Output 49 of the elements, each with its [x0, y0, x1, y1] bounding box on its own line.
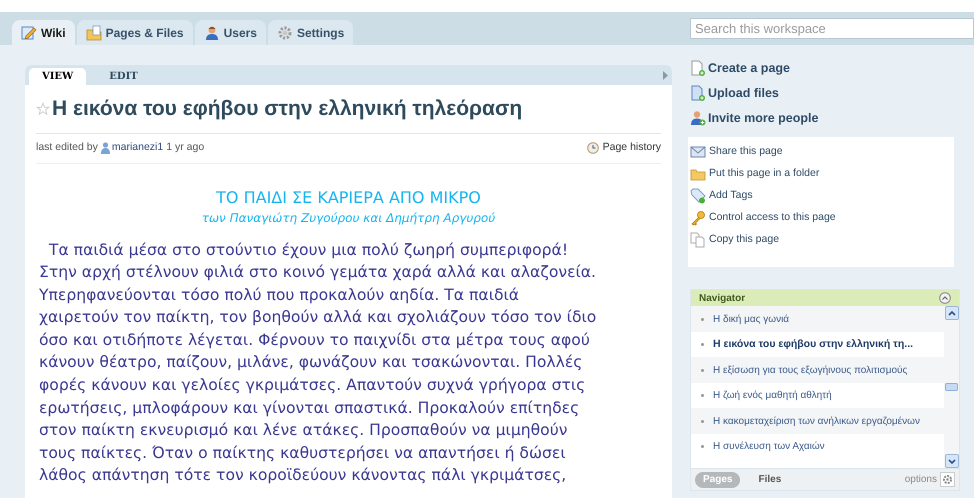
nav-tab[interactable]: Settings — [268, 20, 354, 45]
key-icon — [690, 210, 706, 226]
article-authors: των Παναγιώτη Ζυγούρου και Δημήτρη Αργυρού — [202, 210, 496, 224]
search-field[interactable]: Search this workspace — [690, 18, 974, 39]
scroll-thumb[interactable] — [945, 383, 958, 392]
expand-arrow-icon[interactable] — [663, 71, 668, 80]
article-paragraph: Τα παιδιά μέσα στο στούντιο έχουν μια πολύ ζωηρή συμπεριφορά! Στην αρχή στέλνουν φιλιά στο κοινό γεμάτα χαρά αλλά και αλαζονεία. Υπερηφανεύονται τόσο πολύ που προκαλούν αηδία. Τα παιδιά χαιρετούν τον παίκτη, τον βοηθούν αλλά και σχολιάζουν τόσο τον ίδιο όσο και οτιδήποτε λέγεται. Φέρνουν το παιχνίδι στα μέτρα τους αφού κάνουν θέατρο, παίζουν, μιλάνε, φωνάζουν και τσακώνονται. Πολλές φορές κάνουν και γελοίες γκριμάτσες. Απαντούν συχνά γρήγορα στις ερωτήσεις, μπλοφάρουν και γίνονται σπαστικά. Προκαλούν επίτηδες στον παίκτη εκνευρισμό και λένε ατάκες. Προσπαθούν να μιμηθούν τους παίκτες. Όταν ο παίκτης καθυστερήσει να απαντήσει ή δώσει λάθος απάντηση τότε τον κοροϊδεύουν κάνοντας πάλι γκριμάτσες, — [38, 240, 598, 486]
edited-time: 1 yr ago — [166, 140, 204, 156]
clock-icon — [586, 142, 599, 154]
page-action-link[interactable]: Put this page in a folder — [690, 165, 954, 182]
article-heading: ΤΟ ΠΑΙΔΙ ΣΕ ΚΑΡΙΕΡΑ ΑΠΟ ΜΙΚΡΟ — [215, 186, 482, 208]
collapse-icon[interactable] — [939, 292, 951, 304]
page-action-link[interactable]: Add Tags — [690, 187, 954, 204]
scroll-up-icon[interactable] — [948, 310, 956, 316]
action-link[interactable]: Create a page — [690, 59, 974, 78]
page-tab[interactable]: VIEW — [29, 68, 86, 85]
page-action-link[interactable]: Share this page — [690, 143, 954, 160]
navigator-title: Navigator — [699, 292, 746, 306]
envelope-icon — [690, 144, 706, 160]
navigator-item[interactable]: Η κακομεταχείριση των ανήλικων εργαζομένων — [691, 408, 944, 434]
navigator-item[interactable]: Η δική μας γωνιά — [691, 306, 944, 332]
page-tab[interactable]: EDIT — [96, 68, 151, 85]
page-action-link[interactable]: Control access to this page — [690, 209, 954, 226]
action-link[interactable]: Upload files — [690, 84, 974, 102]
nav-tab[interactable]: Pages & Files — [76, 20, 193, 45]
scrollbar[interactable] — [944, 306, 959, 468]
folder-page-icon — [86, 24, 102, 40]
settings-icon[interactable] — [940, 472, 955, 488]
view-toggle[interactable]: Files — [750, 472, 790, 488]
page-action-link[interactable]: Copy this page — [690, 231, 954, 248]
nav-tab[interactable]: Users — [194, 20, 266, 45]
page-add-icon — [690, 85, 706, 102]
action-link[interactable]: Invite more people — [690, 108, 974, 128]
person-icon — [204, 24, 220, 40]
options-label: options — [904, 473, 937, 488]
navigator-item[interactable]: Η εξίσωση για τους εξωγήινους πολιτισμούς — [691, 357, 944, 383]
page-title: Η εικόνα του εφήβου στην ελληνική τηλεόραση — [52, 96, 522, 122]
tag-icon — [690, 188, 706, 204]
person-add-icon — [690, 110, 706, 126]
last-edited-label: last edited by — [36, 140, 98, 156]
gear-icon — [276, 24, 293, 40]
author-link[interactable]: marianezi1 — [112, 140, 164, 156]
page-history-link[interactable]: Page history — [602, 140, 661, 156]
notepad-icon — [21, 24, 37, 40]
nav-tab[interactable]: Wiki — [12, 20, 75, 45]
user-icon — [100, 142, 110, 154]
page-add-icon — [690, 60, 706, 76]
star-icon[interactable] — [36, 102, 50, 116]
scroll-down-icon[interactable] — [948, 458, 956, 464]
